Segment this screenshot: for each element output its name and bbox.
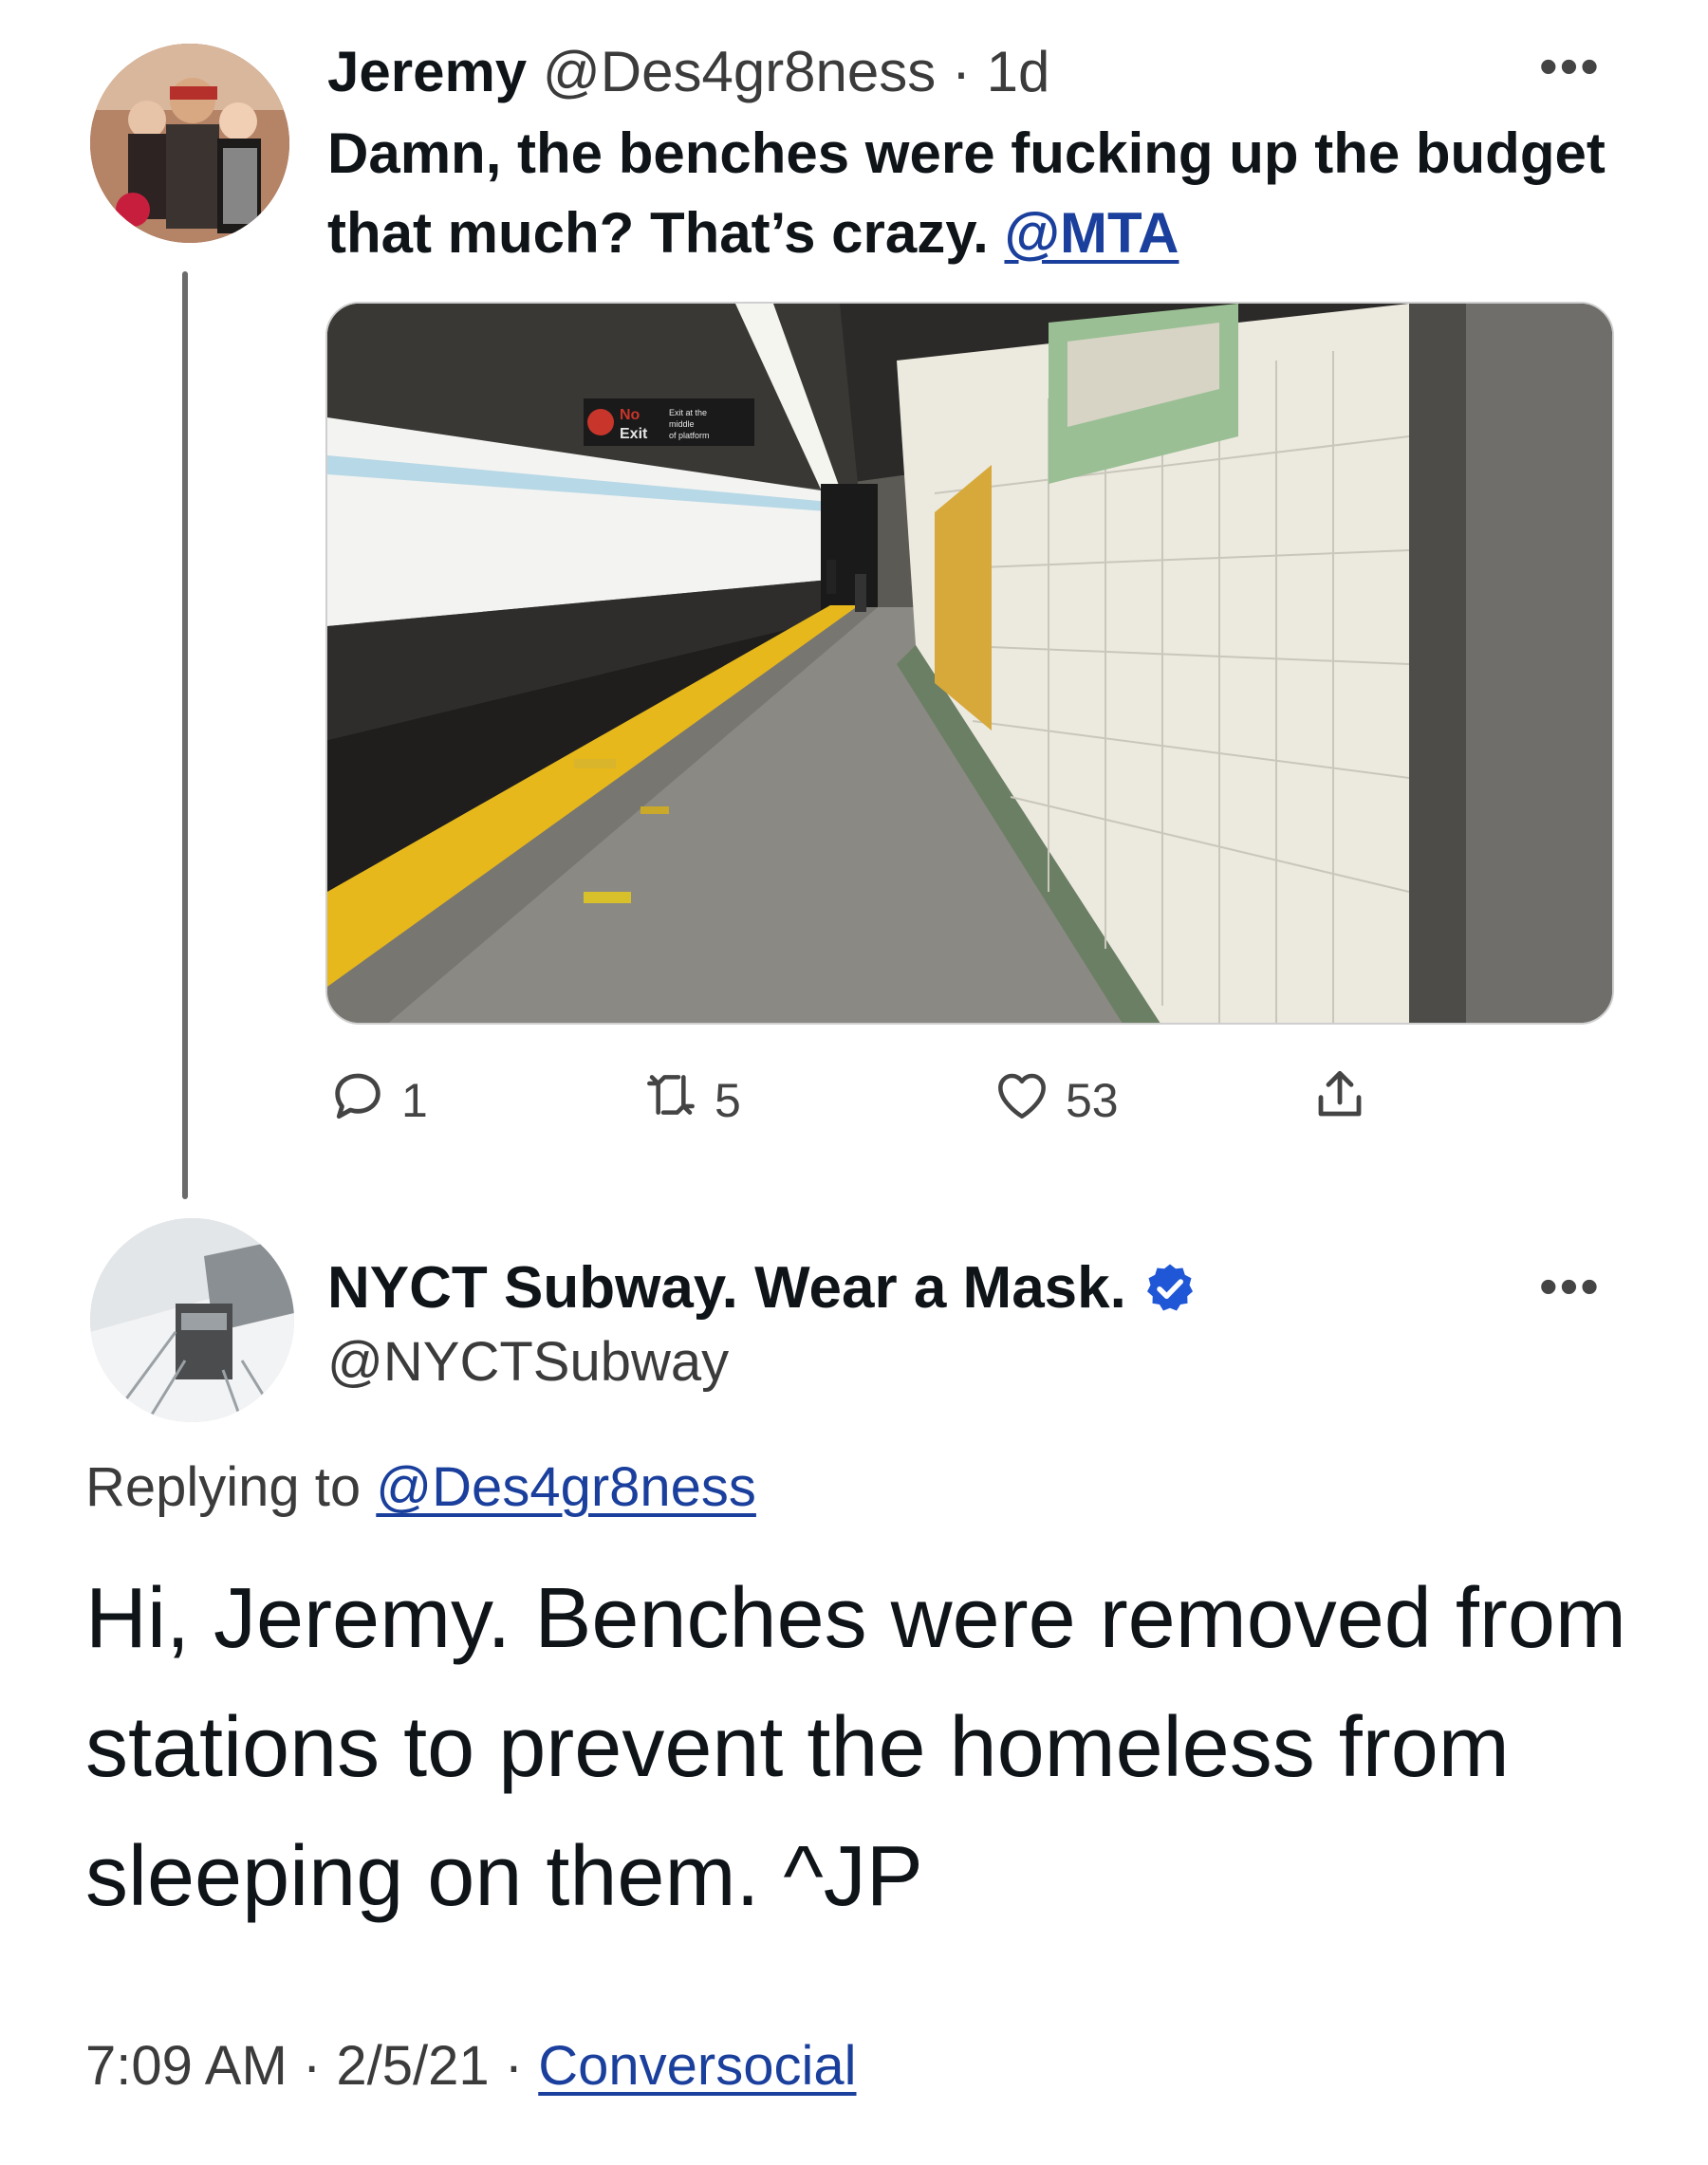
reply-button[interactable]: 1 [327, 1063, 428, 1138]
timestamp[interactable]: 1d [987, 40, 1050, 103]
separator: · [951, 40, 971, 103]
separator: · [504, 2035, 524, 2097]
author-name[interactable]: Jeremy [327, 40, 527, 103]
like-count: 53 [1066, 1074, 1119, 1127]
reply-meta: 7:09 AM · 2/5/21 · Conversocial [85, 2028, 857, 2104]
sign-detail-3: of platform [669, 431, 710, 440]
share-icon [1309, 1064, 1370, 1137]
tweet-image[interactable]: No Exit Exit at the middle of platform [325, 302, 1614, 1025]
reply-handle[interactable]: @NYCTSubway [327, 1326, 729, 1398]
reply-author: NYCT Subway. Wear a Mask. [327, 1250, 1198, 1326]
retweet-count: 5 [715, 1074, 741, 1127]
mention-link[interactable]: @MTA [1004, 201, 1179, 265]
reply-date[interactable]: 2/5/21 [336, 2035, 489, 2097]
ellipsis-icon[interactable]: ••• [1539, 1260, 1601, 1313]
sign-exit: Exit [620, 426, 648, 442]
tweet-header: Jeremy @Des4gr8ness · 1d [327, 34, 1049, 110]
tweet-actions: 1 5 53 [327, 1063, 1466, 1138]
replying-to-link[interactable]: @Des4gr8ness [376, 1456, 756, 1518]
tweet-text: Damn, the benches were fucking up the bu… [327, 114, 1656, 273]
separator: · [302, 2035, 322, 2097]
reply-author-name[interactable]: NYCT Subway. Wear a Mask. [327, 1250, 1126, 1326]
tweet-text-content: Damn, the benches were fucking up the bu… [327, 121, 1606, 265]
author-handle[interactable]: @Des4gr8ness [543, 40, 936, 103]
like-button[interactable]: 53 [992, 1063, 1119, 1138]
verified-badge-icon [1142, 1260, 1198, 1317]
heart-icon [992, 1064, 1052, 1137]
reply-text: Hi, Jeremy. Benches were removed from st… [85, 1571, 1626, 1924]
retweet-button[interactable]: 5 [640, 1063, 741, 1138]
retweet-icon [640, 1064, 701, 1137]
source-link[interactable]: Conversocial [538, 2035, 856, 2097]
replying-prefix: Replying to [85, 1456, 377, 1518]
jeremy-avatar[interactable] [90, 44, 289, 243]
sign-detail-1: Exit at the [669, 408, 707, 417]
reply-time[interactable]: 7:09 AM [85, 2035, 288, 2097]
sign-detail-2: middle [669, 419, 695, 429]
reply-count: 1 [401, 1074, 428, 1127]
nyct-subway-avatar[interactable] [90, 1218, 294, 1422]
reply-icon [327, 1064, 388, 1137]
sign-no: No [620, 407, 640, 423]
ellipsis-icon[interactable]: ••• [1539, 40, 1601, 93]
share-button[interactable] [1309, 1063, 1370, 1138]
replying-to: Replying to @Des4gr8ness [85, 1450, 756, 1526]
thread-line [182, 271, 188, 1199]
